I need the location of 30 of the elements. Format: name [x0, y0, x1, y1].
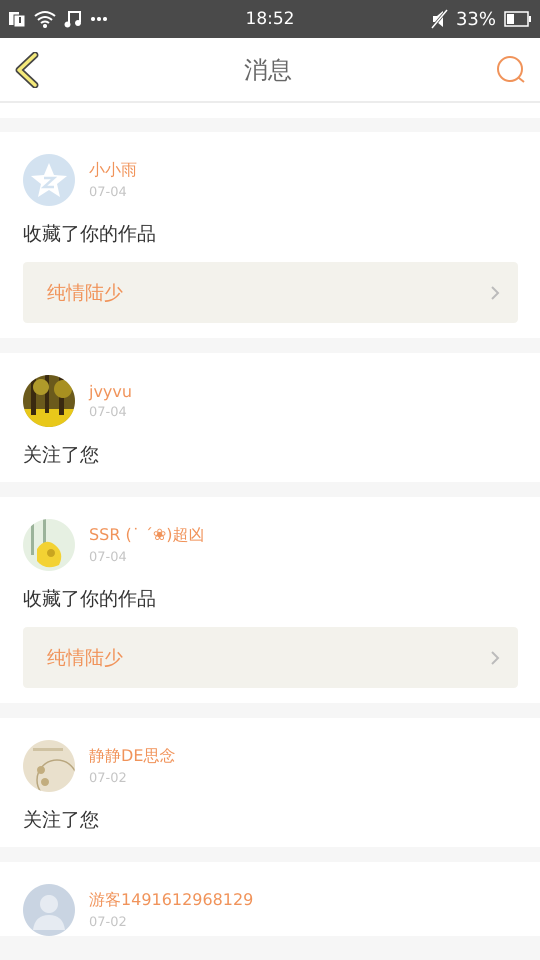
person-avatar-icon: [23, 884, 75, 936]
chevron-right-icon: [490, 284, 500, 300]
battery-percent: 33%: [456, 8, 496, 30]
message-text: 收藏了你的作品: [23, 587, 157, 612]
more-icon: [90, 16, 108, 22]
user-name[interactable]: 游客1491612968129: [89, 890, 254, 911]
avatar-icon: [23, 154, 75, 206]
user-name[interactable]: jvyvu: [89, 382, 132, 401]
work-link[interactable]: 纯情陆少: [23, 262, 518, 323]
wifi-icon: [34, 10, 56, 28]
message-date: 07-04: [89, 405, 128, 420]
user-name[interactable]: 小小雨: [89, 160, 137, 181]
work-link[interactable]: 纯情陆少: [23, 627, 518, 688]
back-icon[interactable]: [14, 52, 40, 88]
message-text: 关注了您: [23, 808, 100, 833]
music-note-icon: [64, 10, 82, 28]
message-date: 07-04: [89, 550, 128, 565]
message-date: 07-02: [89, 771, 128, 786]
message-date: 07-04: [89, 185, 128, 200]
user-name[interactable]: SSR (˙ ˊ❀)超凶: [89, 525, 204, 546]
clock-time: 18:52: [246, 9, 294, 29]
mute-icon: [430, 9, 448, 29]
chevron-right-icon: [490, 650, 500, 666]
message-date: 07-02: [89, 915, 128, 930]
user-name[interactable]: 静静DE思念: [89, 746, 176, 767]
message-text: 关注了您: [23, 443, 100, 468]
page-title: 消息: [244, 54, 292, 86]
message-text: 收藏了你的作品: [23, 222, 157, 247]
battery-icon: [504, 11, 532, 27]
notification-icon: [8, 10, 26, 28]
